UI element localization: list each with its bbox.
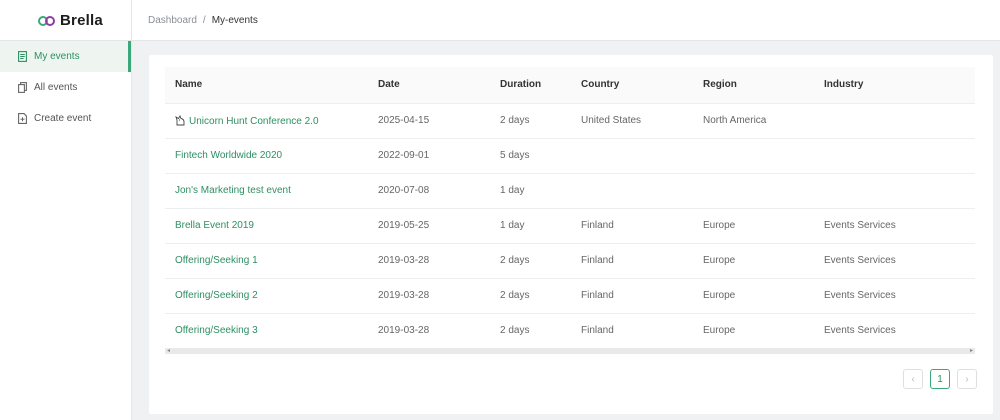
breadcrumb-separator: / xyxy=(202,15,206,26)
sidebar-item-create-event[interactable]: Create event xyxy=(0,103,131,134)
table-row[interactable]: Offering/Seeking 3 2019-03-28 2 days Fin… xyxy=(165,313,975,349)
scroll-left-icon[interactable]: ◂ xyxy=(167,348,170,354)
unicorn-icon xyxy=(175,114,185,126)
event-region-cell xyxy=(693,138,814,174)
event-country-cell xyxy=(571,173,693,209)
sidebar-item-label: My events xyxy=(34,51,80,62)
column-header-country[interactable]: Country xyxy=(571,67,693,104)
copy-icon xyxy=(18,82,27,93)
event-name-link[interactable]: Offering/Seeking 2 xyxy=(165,278,368,314)
event-region-cell: Europe xyxy=(693,243,814,279)
event-industry-cell xyxy=(814,103,975,139)
event-industry-cell: Events Services xyxy=(814,208,975,244)
brand-logo[interactable]: Brella xyxy=(0,0,132,41)
pagination-next-button[interactable]: › xyxy=(957,369,977,389)
sidebar-item-label: All events xyxy=(34,82,78,93)
column-header-date[interactable]: Date xyxy=(368,67,490,104)
column-header-duration[interactable]: Duration xyxy=(490,67,571,104)
event-date-cell: 2019-03-28 xyxy=(368,278,490,314)
brella-logo-icon xyxy=(38,15,56,26)
scroll-right-icon[interactable]: ▸ xyxy=(970,348,973,354)
event-duration-cell: 1 day xyxy=(490,208,571,244)
event-country-cell xyxy=(571,138,693,174)
event-industry-cell: Events Services xyxy=(814,278,975,314)
event-region-cell: Europe xyxy=(693,278,814,314)
brand-name: Brella xyxy=(60,12,103,29)
file-add-icon xyxy=(18,113,27,124)
event-date-cell: 2020-07-08 xyxy=(368,173,490,209)
event-industry-cell xyxy=(814,173,975,209)
sidebar: My events All events Create event xyxy=(0,41,132,420)
event-region-cell: Europe xyxy=(693,313,814,349)
event-date-cell: 2019-03-28 xyxy=(368,313,490,349)
sidebar-item-my-events[interactable]: My events xyxy=(0,41,131,72)
events-table: Name Date Duration Country Region Indust… xyxy=(165,67,975,349)
table-row[interactable]: Jon's Marketing test event 2020-07-08 1 … xyxy=(165,173,975,209)
pagination-prev-button[interactable]: ‹ xyxy=(903,369,923,389)
event-industry-cell: Events Services xyxy=(814,313,975,349)
event-name-link[interactable]: Offering/Seeking 3 xyxy=(165,313,368,349)
events-panel: Name Date Duration Country Region Indust… xyxy=(149,55,993,414)
breadcrumb-dashboard[interactable]: Dashboard xyxy=(148,15,197,26)
event-name-link[interactable]: Unicorn Hunt Conference 2.0 xyxy=(189,116,319,127)
event-date-cell: 2019-05-25 xyxy=(368,208,490,244)
event-name-link[interactable]: Fintech Worldwide 2020 xyxy=(165,138,368,174)
event-region-cell xyxy=(693,173,814,209)
table-row[interactable]: Offering/Seeking 1 2019-03-28 2 days Fin… xyxy=(165,243,975,279)
horizontal-scrollbar[interactable]: ◂ ▸ xyxy=(165,348,975,354)
calendar-list-icon xyxy=(18,51,27,62)
breadcrumb: Dashboard / My-events xyxy=(148,0,258,41)
event-industry-cell: Events Services xyxy=(814,243,975,279)
event-country-cell: United States xyxy=(571,103,693,139)
event-name-cell[interactable]: Unicorn Hunt Conference 2.0 xyxy=(165,103,368,139)
event-duration-cell: 2 days xyxy=(490,278,571,314)
event-region-cell: North America xyxy=(693,103,814,139)
event-date-cell: 2022-09-01 xyxy=(368,138,490,174)
column-header-region[interactable]: Region xyxy=(693,67,814,104)
event-duration-cell: 2 days xyxy=(490,103,571,139)
pagination-page-1[interactable]: 1 xyxy=(930,369,950,389)
table-header-row: Name Date Duration Country Region Indust… xyxy=(165,67,975,104)
event-duration-cell: 2 days xyxy=(490,313,571,349)
table-row[interactable]: Offering/Seeking 2 2019-03-28 2 days Fin… xyxy=(165,278,975,314)
event-country-cell: Finland xyxy=(571,208,693,244)
event-country-cell: Finland xyxy=(571,278,693,314)
sidebar-item-all-events[interactable]: All events xyxy=(0,72,131,103)
table-row[interactable]: Unicorn Hunt Conference 2.0 2025-04-15 2… xyxy=(165,103,975,139)
event-industry-cell xyxy=(814,138,975,174)
top-bar: Brella Dashboard / My-events xyxy=(0,0,1000,41)
event-duration-cell: 2 days xyxy=(490,243,571,279)
event-date-cell: 2019-03-28 xyxy=(368,243,490,279)
event-name-link[interactable]: Jon's Marketing test event xyxy=(165,173,368,209)
event-date-cell: 2025-04-15 xyxy=(368,103,490,139)
table-row[interactable]: Brella Event 2019 2019-05-25 1 day Finla… xyxy=(165,208,975,244)
table-row[interactable]: Fintech Worldwide 2020 2022-09-01 5 days xyxy=(165,138,975,174)
event-name-link[interactable]: Offering/Seeking 1 xyxy=(165,243,368,279)
column-header-name[interactable]: Name xyxy=(165,67,368,104)
event-country-cell: Finland xyxy=(571,243,693,279)
event-country-cell: Finland xyxy=(571,313,693,349)
event-duration-cell: 5 days xyxy=(490,138,571,174)
event-duration-cell: 1 day xyxy=(490,173,571,209)
breadcrumb-current: My-events xyxy=(211,15,258,26)
event-region-cell: Europe xyxy=(693,208,814,244)
event-name-link[interactable]: Brella Event 2019 xyxy=(165,208,368,244)
column-header-industry[interactable]: Industry xyxy=(814,67,975,104)
sidebar-item-label: Create event xyxy=(34,113,92,124)
